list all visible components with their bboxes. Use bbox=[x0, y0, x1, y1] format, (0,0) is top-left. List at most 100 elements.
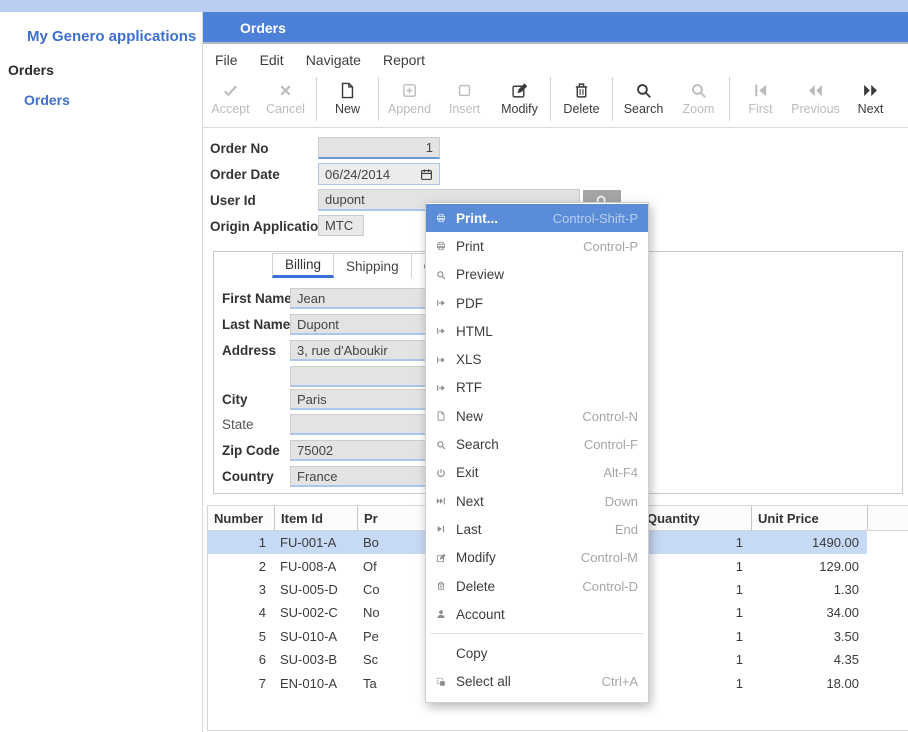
user-id-label: User Id bbox=[210, 193, 256, 208]
context-menu-item-copy[interactable]: Copy bbox=[426, 639, 648, 667]
toolbar-separator bbox=[550, 77, 551, 121]
delete-button[interactable]: Delete bbox=[554, 82, 609, 116]
magnifier-icon bbox=[635, 82, 652, 99]
context-menu-item-last[interactable]: Last End bbox=[426, 515, 648, 543]
context-menu-item-account[interactable]: Account bbox=[426, 600, 648, 628]
menu-file[interactable]: File bbox=[215, 52, 238, 68]
app-tab-orders[interactable]: Orders bbox=[240, 12, 286, 44]
tab-shipping[interactable]: Shipping bbox=[334, 253, 412, 278]
export-icon bbox=[436, 298, 450, 308]
order-date-label: Order Date bbox=[210, 167, 280, 182]
person-icon bbox=[436, 609, 450, 619]
context-menu-item-delete[interactable]: Delete Control-D bbox=[426, 572, 648, 600]
origin-application-field[interactable]: MTC bbox=[318, 215, 364, 236]
menu-edit[interactable]: Edit bbox=[260, 52, 284, 68]
city-label: City bbox=[222, 392, 248, 407]
origin-application-label: Origin Application bbox=[210, 219, 327, 234]
power-icon bbox=[436, 468, 450, 478]
first-name-label: First Name bbox=[222, 291, 292, 306]
first-button[interactable]: First bbox=[733, 82, 788, 116]
order-no-field[interactable]: 1 bbox=[318, 137, 440, 159]
edit-icon bbox=[511, 82, 528, 99]
col-number[interactable]: Number bbox=[208, 506, 274, 530]
export-icon bbox=[436, 355, 450, 365]
plus-square-icon bbox=[401, 82, 418, 99]
skip-first-icon bbox=[752, 82, 769, 99]
tab-billing[interactable]: Billing bbox=[272, 253, 334, 278]
toolbar-separator bbox=[378, 77, 379, 121]
double-left-icon bbox=[807, 82, 824, 99]
col-quantity[interactable]: Quantity bbox=[641, 506, 751, 530]
sidebar-item-orders[interactable]: Orders bbox=[24, 92, 70, 108]
insert-button[interactable]: Insert bbox=[437, 82, 492, 116]
new-button[interactable]: New bbox=[320, 82, 375, 116]
sidebar-group-orders: Orders bbox=[8, 62, 54, 78]
menu-navigate[interactable]: Navigate bbox=[306, 52, 361, 68]
context-menu-item-print-dialog[interactable]: Print... Control-Shift-P bbox=[426, 204, 648, 232]
previous-button[interactable]: Previous bbox=[788, 82, 843, 116]
sidebar-title[interactable]: My Genero applications bbox=[27, 28, 196, 45]
app-tab-bar: Orders bbox=[203, 12, 908, 44]
menu-bar: File Edit Navigate Report bbox=[203, 46, 908, 74]
select-all-icon bbox=[436, 677, 450, 687]
sidebar: My Genero applications Orders Orders bbox=[0, 12, 203, 732]
context-menu: Print... Control-Shift-P Print Control-P… bbox=[425, 202, 649, 703]
toolbar-divider bbox=[203, 127, 908, 128]
export-icon bbox=[436, 326, 450, 336]
cancel-button[interactable]: Cancel bbox=[258, 82, 313, 116]
edit-icon bbox=[436, 553, 450, 563]
state-label: State bbox=[222, 417, 254, 432]
toolbar-separator bbox=[612, 77, 613, 121]
context-menu-item-exit[interactable]: Exit Alt-F4 bbox=[426, 459, 648, 487]
menu-report[interactable]: Report bbox=[383, 52, 425, 68]
next-button[interactable]: Next bbox=[843, 82, 898, 116]
context-menu-item-select-all[interactable]: Select all Ctrl+A bbox=[426, 668, 648, 696]
search-button[interactable]: Search bbox=[616, 82, 671, 116]
context-menu-item-rtf[interactable]: RTF bbox=[426, 374, 648, 402]
printer-icon bbox=[436, 241, 450, 251]
context-menu-item-html[interactable]: HTML bbox=[426, 317, 648, 345]
country-label: Country bbox=[222, 469, 274, 484]
order-no-label: Order No bbox=[210, 141, 269, 156]
export-icon bbox=[436, 383, 450, 393]
printer-icon bbox=[436, 213, 450, 223]
toolbar-separator bbox=[316, 77, 317, 121]
context-menu-item-preview[interactable]: Preview bbox=[426, 261, 648, 289]
toolbar-separator bbox=[729, 77, 730, 121]
context-menu-item-next[interactable]: Next Down bbox=[426, 487, 648, 515]
calendar-icon[interactable] bbox=[420, 168, 433, 181]
context-menu-separator bbox=[430, 633, 644, 634]
order-date-field[interactable]: 06/24/2014 bbox=[318, 163, 440, 185]
trash-icon bbox=[573, 82, 590, 99]
last-bar-icon bbox=[436, 524, 450, 534]
context-menu-item-xls[interactable]: XLS bbox=[426, 345, 648, 373]
document-icon bbox=[339, 82, 356, 99]
toolbar: Accept Cancel New Append Insert Modify D… bbox=[203, 74, 908, 124]
context-menu-item-modify[interactable]: Modify Control-M bbox=[426, 544, 648, 572]
accept-button[interactable]: Accept bbox=[203, 82, 258, 116]
context-menu-item-search[interactable]: Search Control-F bbox=[426, 430, 648, 458]
zip-code-label: Zip Code bbox=[222, 443, 280, 458]
magnifier-icon bbox=[436, 270, 450, 280]
cross-icon bbox=[277, 82, 294, 99]
context-menu-item-pdf[interactable]: PDF bbox=[426, 289, 648, 317]
magnifier-icon bbox=[690, 82, 707, 99]
append-button[interactable]: Append bbox=[382, 82, 437, 116]
context-menu-item-print[interactable]: Print Control-P bbox=[426, 232, 648, 260]
col-item-id[interactable]: Item Id bbox=[274, 506, 357, 530]
top-strip bbox=[0, 0, 908, 12]
magnifier-icon bbox=[436, 440, 450, 450]
square-icon bbox=[456, 82, 473, 99]
check-icon bbox=[222, 82, 239, 99]
double-right-icon bbox=[862, 82, 879, 99]
context-menu-item-new[interactable]: New Control-N bbox=[426, 402, 648, 430]
next-bar-icon bbox=[436, 496, 450, 506]
col-unit-price[interactable]: Unit Price bbox=[751, 506, 867, 530]
trash-icon bbox=[436, 581, 450, 591]
last-name-label: Last Name bbox=[222, 317, 290, 332]
address-label: Address bbox=[222, 343, 276, 358]
zoom-button[interactable]: Zoom bbox=[671, 82, 726, 116]
document-icon bbox=[436, 411, 450, 421]
modify-button[interactable]: Modify bbox=[492, 82, 547, 116]
col-empty bbox=[867, 506, 908, 530]
